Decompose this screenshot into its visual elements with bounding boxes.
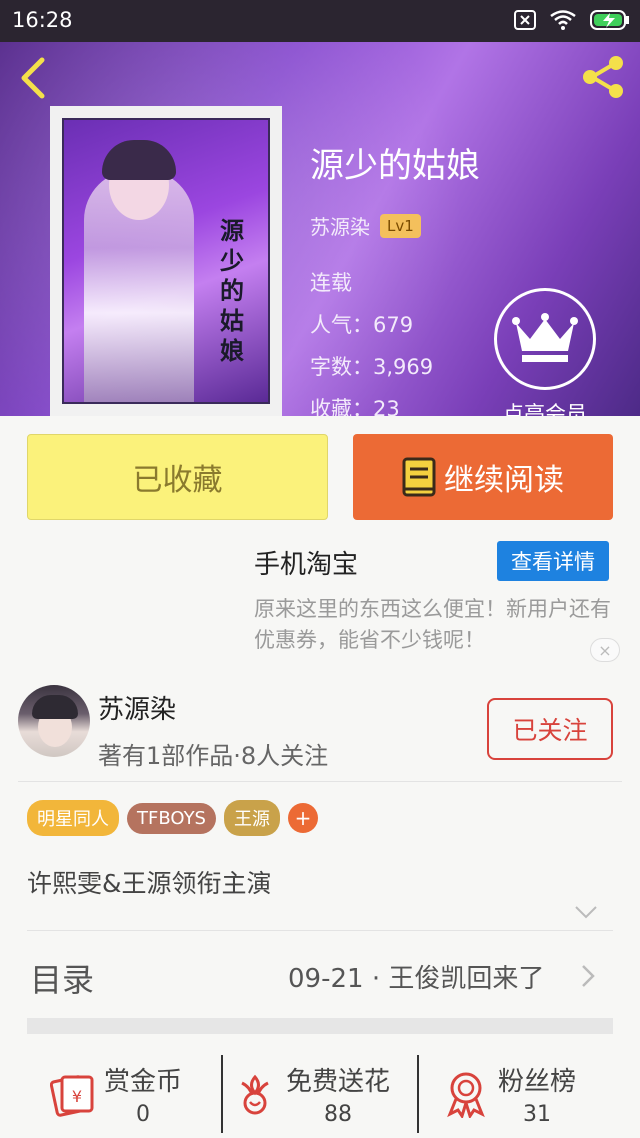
no-sim-icon [514, 10, 536, 30]
book-status: 连载 [310, 271, 352, 295]
fan-ranking-button[interactable]: 粉丝榜 31 [444, 1055, 604, 1133]
tag-item[interactable]: 明星同人 [27, 800, 119, 836]
crown-icon [494, 288, 596, 390]
chevron-down-icon[interactable] [574, 902, 598, 922]
divider [221, 1055, 223, 1133]
collect-button-label: 已收藏 [132, 463, 223, 498]
cover-title-text: 源少的姑娘 [220, 216, 244, 365]
send-flower-button[interactable]: 免费送花 88 [234, 1055, 414, 1133]
status-icons [514, 9, 630, 31]
author-stats: 著有1部作品·8人关注 [98, 742, 329, 770]
divider [417, 1055, 419, 1133]
book-favorites: 收藏：23 [310, 397, 400, 416]
author-row: 苏源染 Lv1 [310, 211, 480, 240]
book-intro: 许熙雯&王源领衔主演 [27, 869, 272, 898]
send-flower-label: 免费送花 [286, 1067, 391, 1097]
cover-image: 源少的姑娘 [62, 118, 270, 404]
author-name[interactable]: 苏源染 [98, 689, 176, 726]
battery-charging-icon [590, 10, 629, 30]
vip-button[interactable]: 点亮会员 [492, 288, 598, 416]
book-word-count: 字数：3,969 [310, 355, 434, 379]
book-info: 源少的姑娘 苏源染 Lv1 连载 人气：679 字数：3,969 收藏：23 [310, 138, 480, 416]
status-bar: 16:28 [0, 0, 640, 42]
ad-title[interactable]: 手机淘宝 [254, 544, 358, 581]
wifi-icon [550, 10, 576, 30]
fan-ranking-count: 31 [523, 1102, 551, 1127]
ad-details-button[interactable]: 查看详情 [497, 541, 609, 581]
back-icon[interactable] [14, 56, 54, 100]
cover-hair [102, 140, 176, 180]
fan-ranking-label: 粉丝榜 [498, 1067, 577, 1097]
send-flower-count: 88 [324, 1102, 352, 1127]
continue-reading-button[interactable]: 继续阅读 [353, 434, 613, 520]
status-time: 16:28 [12, 8, 73, 32]
vip-label: 点亮会员 [503, 402, 587, 416]
book-popularity: 人气：679 [310, 313, 414, 337]
book-title: 源少的姑娘 [310, 146, 480, 186]
ad-close-icon[interactable]: × [590, 638, 620, 662]
divider [27, 930, 613, 931]
continue-reading-label: 继续阅读 [444, 463, 564, 498]
reward-coins-count: 0 [136, 1102, 150, 1127]
ad-description[interactable]: 原来这里的东西这么便宜！新用户还有优惠券，能省不少钱呢！ [254, 594, 624, 656]
tag-item[interactable]: TFBOYS [127, 802, 216, 834]
book-meta: 连载 人气：679 字数：3,969 收藏：23 [310, 262, 480, 416]
share-icon[interactable] [578, 52, 628, 102]
section-separator [27, 1018, 613, 1034]
divider [18, 781, 622, 782]
avatar-hair [32, 695, 78, 719]
svg-text:¥: ¥ [72, 1087, 82, 1106]
medal-icon [447, 1072, 485, 1118]
tag-list: 明星同人 TFBOYS 王源 + [27, 800, 318, 836]
avatar[interactable] [18, 685, 90, 757]
reward-coins-label: 赏金币 [104, 1067, 183, 1097]
tag-item[interactable]: 王源 [224, 800, 280, 836]
reward-coins-button[interactable]: ¥ 赏金币 0 [50, 1055, 200, 1133]
book-author[interactable]: 苏源染 [310, 211, 370, 240]
red-packet-icon: ¥ [50, 1075, 94, 1117]
chevron-right-icon[interactable] [580, 963, 596, 989]
flower-icon [241, 1074, 269, 1115]
follow-button[interactable]: 已关注 [487, 698, 613, 760]
book-header: 源少的姑娘 源少的姑娘 苏源染 Lv1 连载 人气：679 字数：3,969 收… [0, 42, 640, 416]
book-icon [402, 457, 436, 497]
level-badge: Lv1 [380, 213, 421, 238]
catalog-label[interactable]: 目录 [30, 955, 94, 1001]
collect-button[interactable]: 已收藏 [27, 434, 328, 520]
add-tag-button[interactable]: + [288, 803, 318, 833]
book-cover[interactable]: 源少的姑娘 [50, 106, 282, 416]
catalog-latest-chapter[interactable]: 09-21 · 王俊凯回来了 [288, 958, 544, 995]
